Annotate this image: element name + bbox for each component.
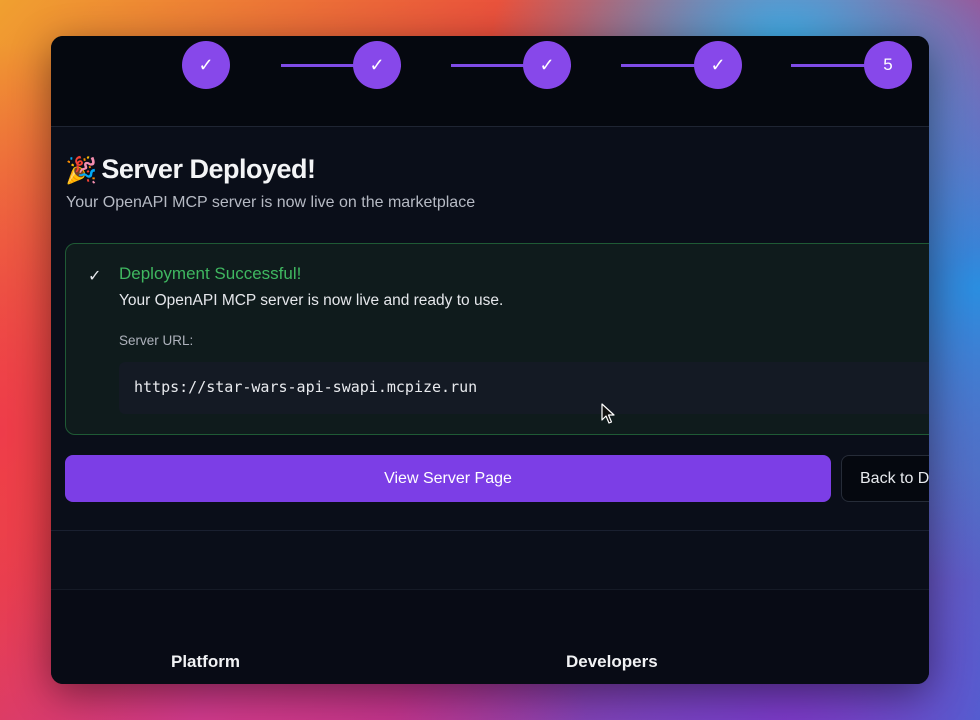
check-icon: ✓ [88, 268, 102, 285]
step-4-complete[interactable]: ✓ [694, 41, 742, 89]
page-subtitle: Your OpenAPI MCP server is now live on t… [66, 194, 476, 211]
footer-heading-developers: Developers [566, 652, 658, 671]
step-1-complete[interactable]: ✓ [182, 41, 230, 89]
divider [51, 530, 929, 531]
deployment-success-panel: ✓ Deployment Successful! Your OpenAPI MC… [65, 243, 929, 435]
page-header: 🎉 Server Deployed! [65, 154, 316, 185]
progress-stepper: ✓ ✓ ✓ ✓ 5 [51, 36, 929, 126]
step-3-complete[interactable]: ✓ [523, 41, 571, 89]
back-to-dashboard-button[interactable]: Back to D [841, 455, 929, 502]
site-footer: Platform Developers [51, 589, 929, 684]
mouse-pointer-icon [601, 403, 615, 424]
step-2-complete[interactable]: ✓ [353, 41, 401, 89]
success-message: Your OpenAPI MCP server is now live and … [119, 292, 504, 309]
server-url-text[interactable]: https://star-wars-api-swapi.mcpize.run [134, 378, 477, 396]
party-popper-icon: 🎉 [65, 154, 98, 185]
view-server-page-button[interactable]: View Server Page [65, 455, 831, 502]
step-5-current[interactable]: 5 [864, 41, 912, 89]
app-window: ✓ ✓ ✓ ✓ 5 🎉 Server Deployed! Your OpenAP… [51, 36, 929, 684]
page-title: Server Deployed! [101, 154, 316, 184]
success-title: Deployment Successful! [119, 264, 302, 283]
server-url-label: Server URL: [119, 333, 194, 348]
server-url-field[interactable]: https://star-wars-api-swapi.mcpize.run [119, 362, 929, 414]
footer-heading-platform: Platform [171, 652, 240, 671]
divider [51, 126, 929, 127]
